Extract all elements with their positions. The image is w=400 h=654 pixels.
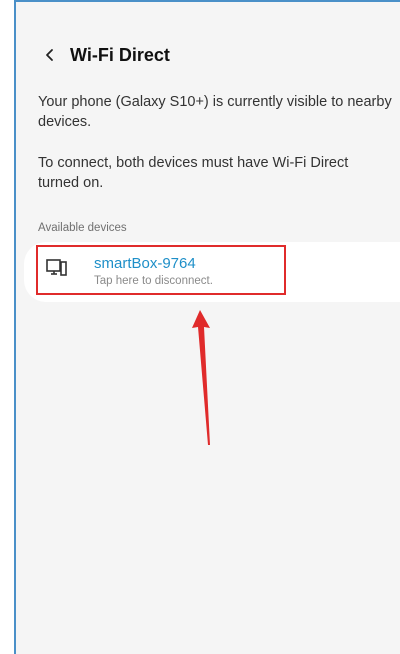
- visibility-description: Your phone (Galaxy S10+) is currently vi…: [38, 94, 392, 130]
- page-title: Wi-Fi Direct: [70, 44, 170, 65]
- annotation-arrow: [192, 310, 210, 445]
- connection-instructions: To connect, both devices must have Wi-Fi…: [38, 155, 349, 191]
- device-name[interactable]: smartBox-9764: [94, 255, 196, 272]
- device-status: Tap here to disconnect.: [94, 275, 213, 287]
- available-devices-label: Available devices: [38, 222, 127, 234]
- header-bar: Wi-Fi Direct: [38, 40, 170, 70]
- monitor-icon: [46, 259, 68, 277]
- settings-screen: Wi-Fi Direct Your phone (Galaxy S10+) is…: [14, 0, 400, 654]
- chevron-left-icon[interactable]: [38, 43, 62, 67]
